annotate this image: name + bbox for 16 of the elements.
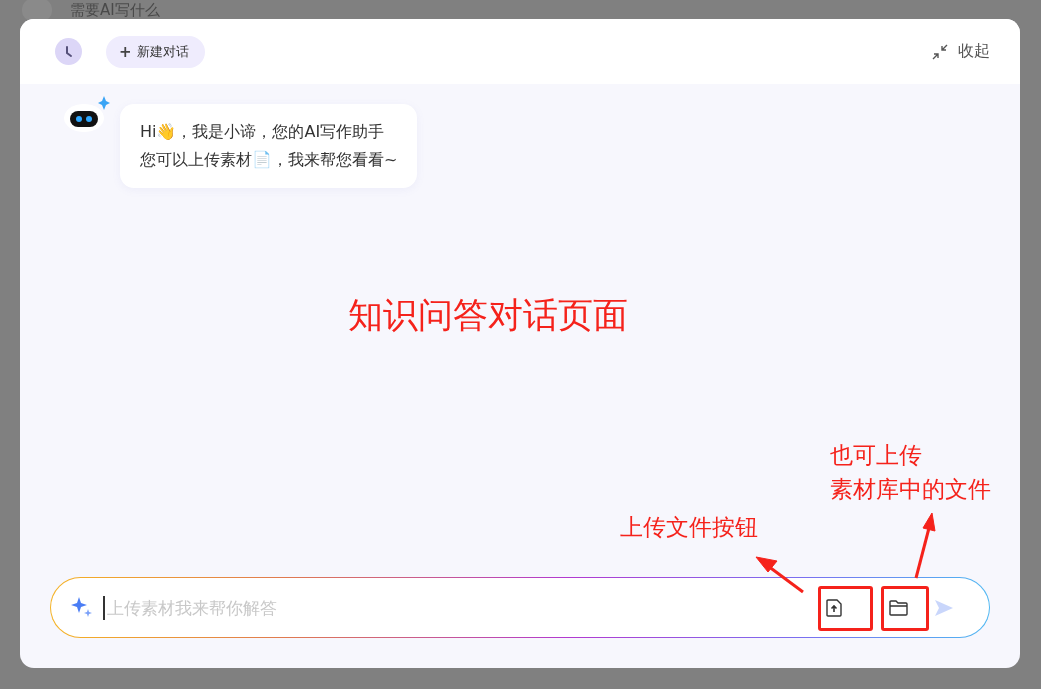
highlight-box [818,586,873,631]
send-icon [935,599,953,616]
chat-bubble: Hi👋，我是小谛，您的AI写作助手 您可以上传素材📄，我来帮您看看~ [120,104,418,188]
annotation-arrow [755,556,804,594]
folder-icon [888,599,908,616]
collapse-button[interactable]: 收起 [932,41,990,62]
new-chat-button[interactable]: + 新建对话 [106,35,205,68]
highlight-box [881,586,929,631]
history-button[interactable] [55,38,82,65]
collapse-icon [932,43,948,60]
annotation-arrow [914,512,936,579]
clock-icon [63,45,74,58]
annotation-title: 知识问答对话页面 [348,294,628,337]
annotation-note: 上传文件按钮 [620,513,758,542]
upload-file-icon [826,598,842,617]
annotation-note: 也可上传 素材库中的文件 [830,441,991,504]
